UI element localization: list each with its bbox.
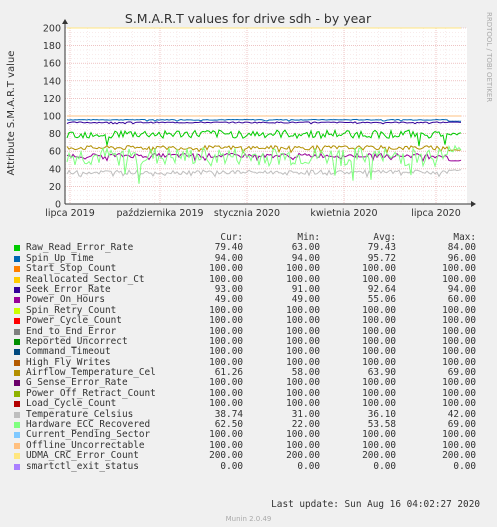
- legend-avg-value: 100.00: [362, 315, 396, 327]
- legend-avg-value: 0.00: [373, 460, 396, 472]
- legend-series-name: smartctl_exit_status: [26, 460, 139, 472]
- y-axis-label: Attribute S.M.A.R.T value: [6, 51, 17, 176]
- legend-swatch: [14, 380, 20, 387]
- y-tick-label: 40: [49, 164, 61, 175]
- legend-swatch: [14, 422, 20, 429]
- chart: S.M.A.R.T values for drive sdh - by year…: [6, 11, 493, 219]
- legend-swatch: [14, 390, 20, 397]
- x-tick-label: lipca 2020: [411, 208, 461, 219]
- y-tick-label: 160: [43, 59, 61, 70]
- x-axis-arrow: [471, 201, 476, 207]
- legend-swatch: [14, 297, 20, 304]
- legend: Cur: Min: Avg: Max: Raw_Read_Error_Rate 7…: [0, 232, 497, 472]
- legend-swatch: [14, 453, 20, 460]
- legend-swatch: [14, 370, 20, 377]
- legend-swatch: [14, 401, 20, 408]
- legend-swatch: [14, 442, 20, 449]
- legend-max-value: 0.00: [453, 460, 476, 472]
- y-tick-label: 20: [49, 182, 61, 193]
- legend-swatch: [14, 276, 20, 283]
- legend-swatch: [14, 318, 20, 325]
- side-label: RRDTOOL / TOBI OETIKER: [485, 12, 493, 102]
- legend-swatch: [14, 266, 20, 273]
- y-tick-label: 120: [43, 94, 61, 105]
- x-tick-label: października 2019: [116, 208, 203, 219]
- y-tick-label: 180: [43, 41, 61, 52]
- legend-swatch: [14, 432, 20, 439]
- footer: Munin 2.0.49: [225, 515, 272, 523]
- x-tick-label: kwietnia 2020: [310, 208, 377, 219]
- legend-swatch: [14, 359, 20, 366]
- legend-swatch: [14, 328, 20, 335]
- legend-swatch: [14, 307, 20, 314]
- legend-swatch: [14, 338, 20, 345]
- y-axis-arrow: [62, 19, 68, 24]
- legend-cur-value: 0.00: [220, 460, 243, 472]
- legend-max-value: 100.00: [442, 315, 476, 327]
- x-tick-label: stycznia 2020: [214, 208, 280, 219]
- last-update: Last update: Sun Aug 16 04:02:27 2020: [271, 499, 480, 510]
- legend-swatch: [14, 349, 20, 356]
- x-tick-label: lipca 2019: [45, 208, 95, 219]
- legend-row: smartctl_exit_status 0.00 0.00 0.00 0.00: [0, 460, 497, 472]
- y-tick-label: 200: [43, 24, 61, 35]
- legend-swatch: [14, 255, 20, 262]
- legend-swatch: [14, 245, 20, 252]
- legend-swatch: [14, 286, 20, 293]
- legend-swatch: [14, 463, 20, 470]
- y-tick-label: 60: [49, 147, 61, 158]
- y-tick-label: 100: [43, 112, 61, 123]
- legend-series-name: Power_Cycle_Count: [26, 315, 122, 327]
- legend-cur-value: 100.00: [209, 315, 243, 327]
- y-tick-label: 80: [49, 129, 61, 140]
- chart-title: S.M.A.R.T values for drive sdh - by year: [125, 11, 372, 26]
- legend-min-value: 0.00: [297, 460, 320, 472]
- legend-row: Power_Cycle_Count 100.00 100.00 100.00 100.0…: [0, 315, 497, 327]
- y-tick-label: 140: [43, 76, 61, 87]
- legend-min-value: 100.00: [286, 315, 320, 327]
- legend-row: Start_Stop_Count 100.00 100.00 100.00 100.00: [0, 263, 497, 274]
- legend-swatch: [14, 411, 20, 418]
